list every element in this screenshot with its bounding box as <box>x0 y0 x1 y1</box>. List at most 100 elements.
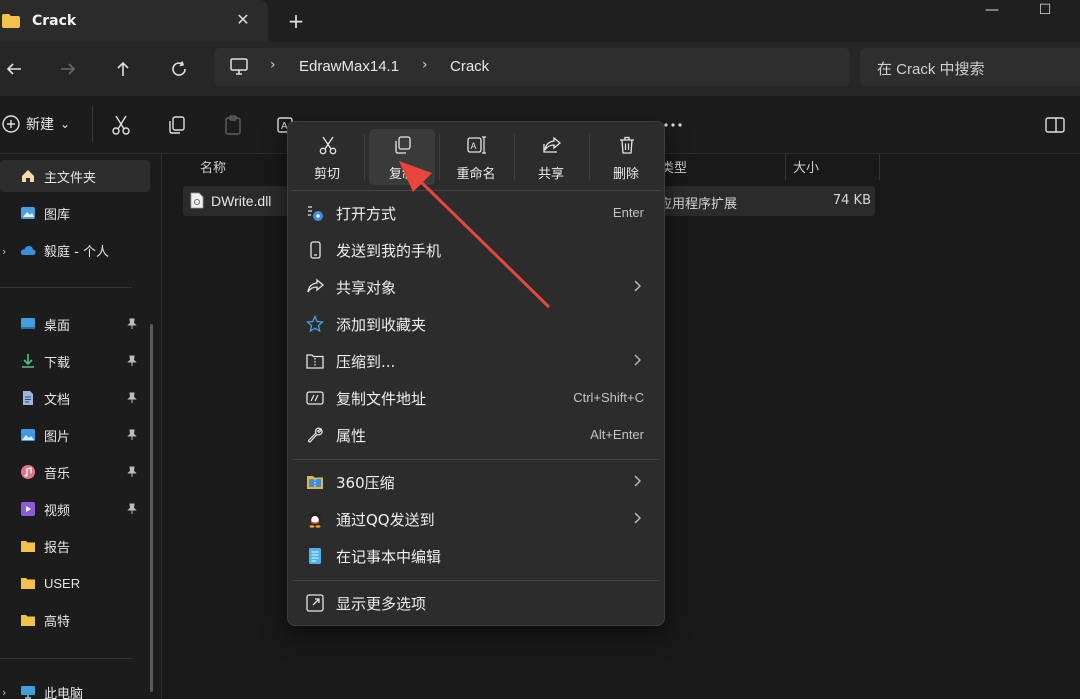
chevron-right-icon <box>634 475 641 487</box>
pin-icon[interactable] <box>126 392 138 404</box>
address-bar[interactable]: › EdrawMax14.1 › Crack <box>214 48 850 86</box>
sidebar-item-onedrive[interactable]: 毅庭 - 个人 <box>0 234 150 266</box>
notepad-icon <box>309 548 321 564</box>
menu-item-send-to-phone[interactable]: 发送到我的手机 <box>292 232 660 268</box>
refresh-button[interactable] <box>167 57 191 81</box>
title-bar: Crack ✕ + — ☐ <box>0 0 1080 42</box>
forward-button[interactable] <box>56 57 80 81</box>
gallery-icon <box>21 207 35 219</box>
menu-item-360zip[interactable]: 360压缩 <box>292 464 660 500</box>
sidebar-label: 桌面 <box>44 318 71 334</box>
menu-item-open-with[interactable]: 打开方式 Enter <box>292 195 660 231</box>
sidebar-label: 图片 <box>44 429 71 445</box>
folder-icon <box>21 578 35 589</box>
sidebar-item-folder-report[interactable]: 报告 <box>0 530 150 562</box>
menu-item-shortcut: Ctrl+Shift+C <box>573 390 644 405</box>
pin-icon[interactable] <box>126 503 138 515</box>
column-header-name[interactable]: 名称 <box>200 157 226 176</box>
menu-divider <box>292 580 660 581</box>
new-button[interactable]: 新建 ⌄ <box>2 114 70 134</box>
zip-icon <box>306 354 324 369</box>
quick-action-divider <box>364 134 365 180</box>
tab-title: Crack <box>32 13 77 29</box>
trash-icon <box>620 136 634 154</box>
copy-path-icon <box>306 391 324 405</box>
maximize-button[interactable]: ☐ <box>1035 2 1055 20</box>
column-divider[interactable] <box>879 154 880 180</box>
menu-item-label: 共享对象 <box>336 279 397 297</box>
new-tab-button[interactable]: + <box>285 10 307 32</box>
menu-item-edit-in-notepad[interactable]: 在记事本中编辑 <box>292 538 660 574</box>
cut-icon[interactable] <box>110 114 132 136</box>
menu-item-compress-to[interactable]: 压缩到... <box>292 343 660 379</box>
sidebar-divider <box>0 287 132 288</box>
navigation-pane: 主文件夹 图库 › 毅庭 - 个人 桌面 下载 文档 图片 音乐 视频 报告 U… <box>0 154 162 699</box>
sidebar-item-gallery[interactable]: 图库 <box>0 197 150 229</box>
sidebar-item-desktop[interactable]: 桌面 <box>0 308 150 340</box>
menu-item-copy-as-path[interactable]: 复制文件地址 Ctrl+Shift+C <box>292 380 660 416</box>
sidebar-item-home[interactable]: 主文件夹 <box>0 160 150 192</box>
delete-button[interactable]: 删除 <box>593 129 659 185</box>
sidebar-item-downloads[interactable]: 下载 <box>0 345 150 377</box>
menu-item-shortcut: Alt+Enter <box>590 427 644 442</box>
menu-item-share-with[interactable]: 共享对象 <box>292 269 660 305</box>
minimize-button[interactable]: — <box>982 2 1002 20</box>
pin-icon[interactable] <box>126 355 138 367</box>
menu-item-label: 添加到收藏夹 <box>336 316 427 334</box>
phone-icon <box>310 241 321 259</box>
quick-action-divider <box>439 134 440 180</box>
preview-pane-icon[interactable] <box>1044 114 1066 136</box>
menu-item-add-to-favorites[interactable]: 添加到收藏夹 <box>292 306 660 342</box>
sidebar-item-documents[interactable]: 文档 <box>0 382 150 414</box>
menu-divider <box>292 459 660 460</box>
toolbar-divider <box>92 106 93 142</box>
computer-icon <box>21 686 35 699</box>
menu-item-show-more-options[interactable]: 显示更多选项 <box>292 585 660 621</box>
arrow-left-icon <box>6 63 21 75</box>
menu-divider <box>292 190 660 191</box>
sidebar-label: 下载 <box>44 355 71 371</box>
rename-button[interactable]: A 重命名 <box>443 129 509 185</box>
paste-icon[interactable] <box>222 114 244 136</box>
more-icon[interactable] <box>662 114 684 136</box>
copy-button[interactable]: 复制 <box>369 129 435 185</box>
copy-icon[interactable] <box>166 114 188 136</box>
menu-item-label: 打开方式 <box>336 205 397 223</box>
qq-icon <box>309 511 321 528</box>
folder-icon <box>21 541 35 552</box>
sidebar-item-videos[interactable]: 视频 <box>0 493 150 525</box>
tab-crack[interactable]: Crack ✕ <box>0 0 268 42</box>
pin-icon[interactable] <box>126 318 138 330</box>
menu-item-properties[interactable]: 属性 Alt+Enter <box>292 417 660 453</box>
pin-icon[interactable] <box>126 429 138 441</box>
menu-item-send-via-qq[interactable]: 通过QQ发送到 <box>292 501 660 537</box>
breadcrumb-separator: › <box>422 57 428 73</box>
back-button[interactable] <box>2 57 26 81</box>
file-type: 应用程序扩展 <box>659 197 738 212</box>
menu-item-label: 发送到我的手机 <box>336 242 442 260</box>
cut-button[interactable]: 剪切 <box>294 129 360 185</box>
share-button[interactable]: 共享 <box>518 129 584 185</box>
close-tab-icon[interactable]: ✕ <box>234 11 252 29</box>
share-icon <box>543 136 562 153</box>
column-divider[interactable] <box>785 154 786 180</box>
arrow-right-icon <box>61 63 76 75</box>
chevron-right-icon <box>634 354 641 366</box>
sidebar-item-folder-gaote[interactable]: 高特 <box>0 604 150 636</box>
breadcrumb-edrawmax[interactable]: EdrawMax14.1 <box>299 58 399 75</box>
star-icon <box>306 315 324 333</box>
column-header-size[interactable]: 大小 <box>793 157 819 176</box>
pin-icon[interactable] <box>126 466 138 478</box>
breadcrumb-crack[interactable]: Crack <box>450 58 489 75</box>
cloud-icon <box>20 246 36 255</box>
menu-item-label: 通过QQ发送到 <box>336 511 435 529</box>
quick-action-divider <box>514 134 515 180</box>
sidebar-item-music[interactable]: 音乐 <box>0 456 150 488</box>
sidebar-scrollbar[interactable] <box>150 324 153 692</box>
search-input[interactable]: 在 Crack 中搜索 <box>860 48 1080 86</box>
up-button[interactable] <box>111 57 135 81</box>
sidebar-item-folder-user[interactable]: USER <box>0 567 150 599</box>
sidebar-item-this-pc[interactable]: 此电脑 <box>0 676 150 699</box>
sidebar-item-pictures[interactable]: 图片 <box>0 419 150 451</box>
file-name: DWrite.dll <box>211 193 272 209</box>
